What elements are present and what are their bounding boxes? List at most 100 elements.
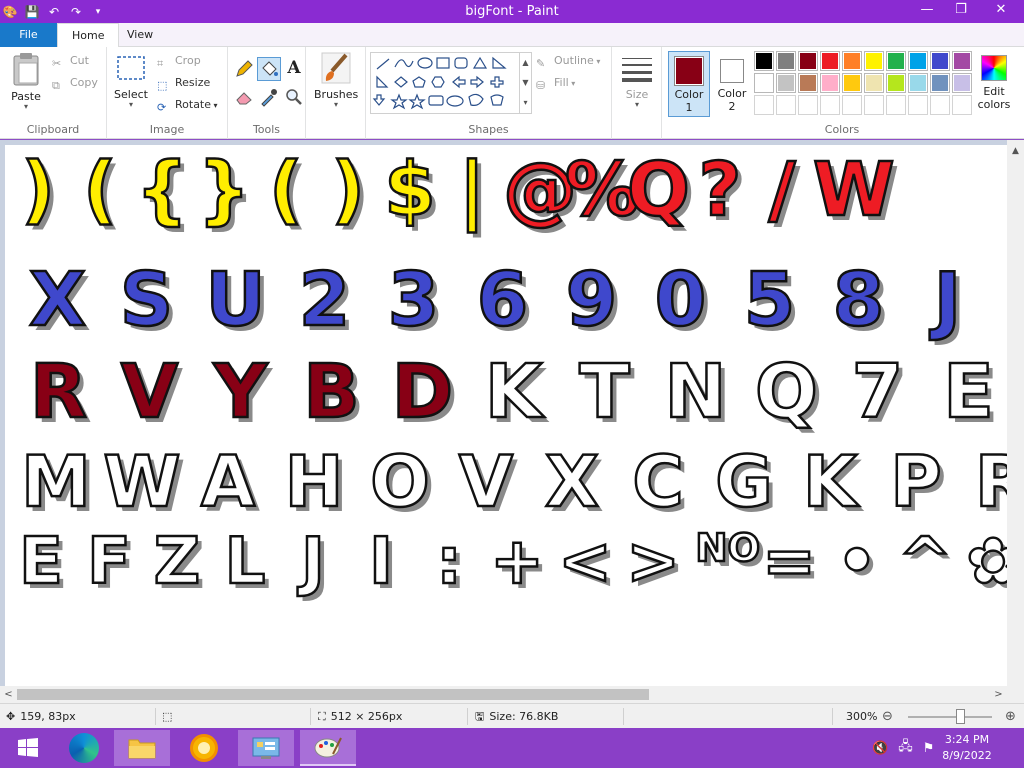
- crop-button[interactable]: ⌗ Crop: [157, 51, 201, 71]
- canvas-glyph: Z: [153, 525, 202, 599]
- horizontal-scrollbar[interactable]: < >: [0, 686, 1024, 703]
- tab-view[interactable]: View: [113, 23, 167, 47]
- control-panel-button[interactable]: [238, 730, 294, 766]
- palette-swatch[interactable]: [820, 73, 840, 93]
- outline-button[interactable]: ✎ Outline ▾: [536, 51, 600, 71]
- palette-swatch[interactable]: [842, 73, 862, 93]
- copy-icon: ⧉: [52, 79, 60, 92]
- horizontal-scroll-thumb[interactable]: [17, 689, 649, 700]
- network-icon[interactable]: 🖧: [898, 737, 913, 759]
- scroll-right-icon[interactable]: >: [990, 686, 1007, 703]
- custom-color-slot[interactable]: [952, 95, 972, 115]
- shapes-scroll-icon[interactable]: ▲ ▼ ▾: [520, 52, 532, 114]
- custom-color-slot[interactable]: [820, 95, 840, 115]
- custom-color-slot[interactable]: [908, 95, 928, 115]
- resize-button[interactable]: ⬚ Resize: [157, 73, 210, 93]
- start-button[interactable]: [0, 730, 56, 766]
- minimize-button[interactable]: —: [910, 0, 944, 20]
- color1-button[interactable]: Color 1: [668, 51, 710, 117]
- canvas-glyph: %: [564, 147, 641, 233]
- custom-color-slot[interactable]: [864, 95, 884, 115]
- volume-muted-icon[interactable]: 🔇: [872, 741, 888, 756]
- palette-swatch[interactable]: [776, 73, 796, 93]
- close-button[interactable]: ✕: [978, 0, 1024, 20]
- cut-button[interactable]: ✂ Cut: [52, 51, 89, 71]
- canvas-glyph: Q: [626, 147, 691, 233]
- edit-colors-button[interactable]: Edit colors: [972, 51, 1016, 117]
- palette-swatch[interactable]: [886, 51, 906, 71]
- palette-swatch[interactable]: [886, 73, 906, 93]
- canvas-workarea: )({}()$|@%Q?/WXSU2369058J\RVYBDKTNQ7EIMW…: [0, 140, 1024, 686]
- palette-swatch[interactable]: [754, 73, 774, 93]
- shapes-gallery[interactable]: [370, 52, 520, 114]
- text-tool-icon[interactable]: A: [284, 58, 304, 78]
- custom-color-slot[interactable]: [886, 95, 906, 115]
- edge-browser-button[interactable]: [56, 730, 112, 766]
- palette-swatch[interactable]: [776, 51, 796, 71]
- clipboard-group-label: Clipboard: [26, 123, 80, 136]
- palette-swatch[interactable]: [930, 73, 950, 93]
- scroll-left-icon[interactable]: <: [0, 686, 17, 703]
- canvas-glyph: N: [663, 349, 727, 435]
- canvas-glyph: V: [458, 441, 515, 523]
- eraser-icon[interactable]: [234, 87, 254, 107]
- canvas-glyph: J: [932, 257, 962, 343]
- palette-swatch[interactable]: [908, 51, 928, 71]
- brushes-button[interactable]: Brushes ▾: [314, 51, 358, 109]
- palette-swatch[interactable]: [798, 51, 818, 71]
- rotate-button[interactable]: ⟳ Rotate ▾: [157, 95, 218, 115]
- palette-swatch[interactable]: [754, 51, 774, 71]
- custom-color-slot[interactable]: [930, 95, 950, 115]
- canvas-glyph: 0: [654, 257, 708, 343]
- copy-button[interactable]: ⧉ Copy: [52, 73, 98, 93]
- canvas-glyph: •: [835, 525, 878, 599]
- tab-home[interactable]: Home: [57, 23, 120, 48]
- paint-taskbar-button[interactable]: [300, 730, 356, 766]
- color-picker-icon[interactable]: [259, 87, 279, 107]
- vertical-scrollbar[interactable]: ▲: [1007, 140, 1024, 686]
- paste-dropdown-icon[interactable]: ▾: [6, 103, 46, 111]
- custom-color-slot[interactable]: [842, 95, 862, 115]
- canvas-glyph: G: [714, 441, 774, 523]
- palette-swatch[interactable]: [842, 51, 862, 71]
- size-button[interactable]: Size ▾: [618, 51, 656, 109]
- zoom-slider-thumb[interactable]: [956, 709, 965, 724]
- taskbar: 🔇 🖧 ⚑ 3:24 PM 8/9/2022: [0, 728, 1024, 768]
- custom-color-slot[interactable]: [754, 95, 774, 115]
- file-explorer-button[interactable]: [114, 730, 170, 766]
- zoom-out-icon[interactable]: ⊖: [882, 704, 893, 729]
- brushes-dropdown-icon[interactable]: ▾: [314, 101, 358, 109]
- palette-swatch[interactable]: [864, 73, 884, 93]
- fill-bucket-icon[interactable]: [257, 57, 281, 81]
- pencil-icon[interactable]: [234, 59, 254, 79]
- magnifier-icon[interactable]: [284, 87, 304, 107]
- tab-file[interactable]: File: [0, 23, 57, 47]
- palette-swatch[interactable]: [864, 51, 884, 71]
- control-panel-icon: [252, 737, 280, 759]
- canvas-glyph: 9: [565, 257, 619, 343]
- chrome-button[interactable]: [176, 730, 232, 766]
- canvas-glyph: X: [28, 257, 88, 343]
- palette-swatch[interactable]: [798, 73, 818, 93]
- select-dropdown-icon[interactable]: ▾: [113, 101, 149, 109]
- select-button[interactable]: Select ▾: [113, 51, 149, 109]
- custom-color-slot[interactable]: [776, 95, 796, 115]
- palette-swatch[interactable]: [820, 51, 840, 71]
- palette-swatch[interactable]: [952, 73, 972, 93]
- scroll-up-icon[interactable]: ▲: [1012, 146, 1019, 156]
- palette-swatch[interactable]: [908, 73, 928, 93]
- canvas-glyph: <: [557, 525, 613, 599]
- disk-icon: 🖫: [475, 710, 485, 723]
- zoom-in-icon[interactable]: ⊕: [1005, 704, 1016, 729]
- paste-button[interactable]: Paste ▾: [6, 51, 46, 111]
- restore-button[interactable]: ❐: [944, 0, 978, 20]
- custom-color-slot[interactable]: [798, 95, 818, 115]
- zoom-slider[interactable]: [908, 716, 992, 718]
- drawing-canvas[interactable]: )({}()$|@%Q?/WXSU2369058J\RVYBDKTNQ7EIMW…: [5, 145, 1008, 686]
- palette-swatch[interactable]: [930, 51, 950, 71]
- color2-button[interactable]: Color 2: [712, 51, 752, 117]
- palette-swatch[interactable]: [952, 51, 972, 71]
- canvas-glyph: 8: [832, 257, 886, 343]
- clock[interactable]: 3:24 PM 8/9/2022: [932, 732, 1002, 764]
- fill-button[interactable]: ⛁ Fill ▾: [536, 73, 575, 93]
